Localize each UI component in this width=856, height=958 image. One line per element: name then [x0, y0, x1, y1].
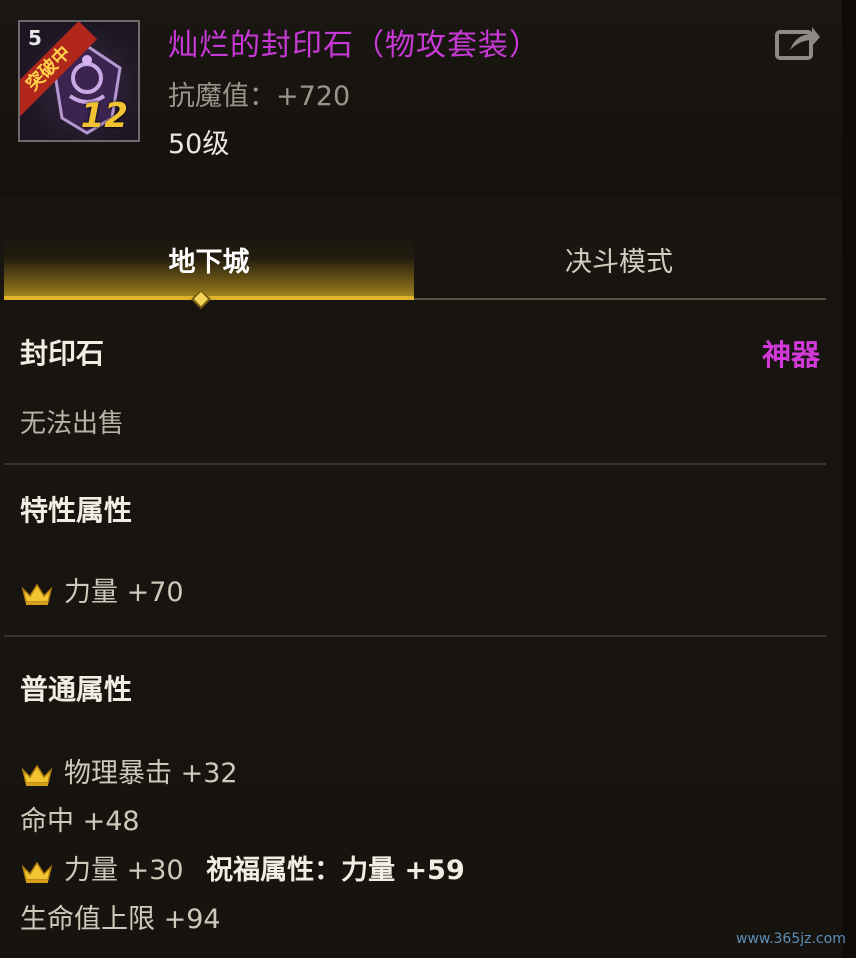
- tab-dungeon[interactable]: 地下城: [4, 236, 414, 300]
- section-divider: [4, 635, 826, 637]
- common-attr-row: 力量 +30 祝福属性：力量 +59: [20, 848, 465, 887]
- common-attr-row: 物理暴击 +32: [20, 751, 238, 790]
- crown-icon: [21, 764, 53, 786]
- common-attr-text: 物理暴击 +32: [64, 758, 238, 789]
- item-level: 50级: [168, 129, 230, 160]
- sell-status: 无法出售: [20, 409, 125, 439]
- watermark: www.365jz.com: [736, 931, 846, 947]
- special-attr-text: 力量 +70: [64, 577, 184, 608]
- item-icon[interactable]: 5 突破中 12: [18, 20, 140, 142]
- common-attr-text: 生命值上限 +94: [20, 904, 221, 935]
- icon-level-tag: 5: [28, 26, 42, 50]
- common-attr-row: 命中 +48: [20, 799, 140, 838]
- item-header: 5 突破中 12 灿烂的封印石（物攻套装） 抗魔值：+720 50级: [0, 0, 842, 198]
- panel-edge: [842, 0, 856, 958]
- special-attrs-title: 特性属性: [20, 494, 133, 527]
- tab-duel[interactable]: 决斗模式: [414, 236, 824, 300]
- special-attr-row: 力量 +70: [20, 570, 184, 609]
- common-attr-row: 生命值上限 +94: [20, 897, 221, 936]
- item-type: 封印石: [20, 337, 105, 370]
- blessing-attr-text: 祝福属性：力量 +59: [206, 855, 465, 886]
- section-divider: [4, 463, 826, 465]
- common-attr-text: 命中 +48: [20, 806, 140, 837]
- crown-icon: [21, 583, 53, 605]
- common-attrs-title: 普通属性: [20, 673, 133, 706]
- item-stat: 抗魔值：+720: [168, 81, 351, 112]
- share-icon[interactable]: [774, 22, 822, 62]
- item-name: 灿烂的封印石（物攻套装）: [168, 28, 540, 63]
- icon-enhance-number: 12: [80, 96, 128, 136]
- mode-tabs: 地下城 决斗模式: [0, 236, 842, 302]
- common-attr-text: 力量 +30: [64, 855, 184, 886]
- crown-icon: [21, 861, 53, 883]
- rarity-label: 神器: [762, 338, 821, 372]
